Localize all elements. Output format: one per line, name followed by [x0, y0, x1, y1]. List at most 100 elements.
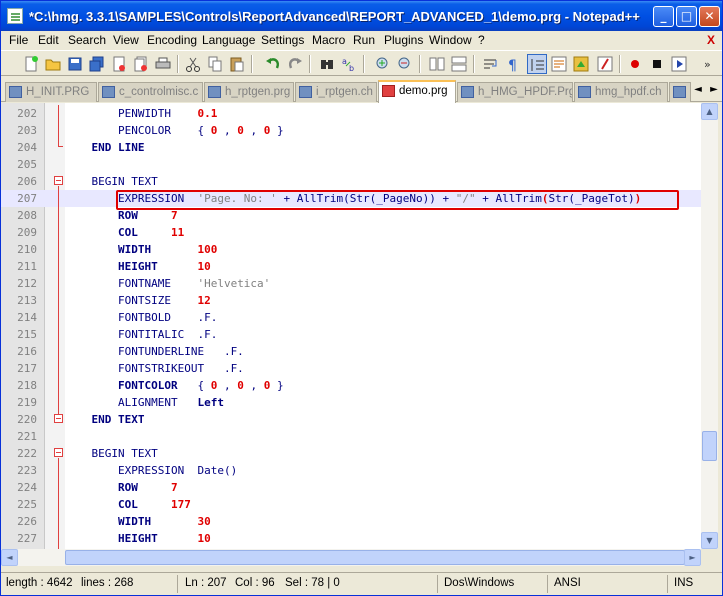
- menu-macro[interactable]: Macro: [312, 33, 345, 47]
- code-line[interactable]: 203 PENCOLOR { 0 , 0 , 0 }: [1, 122, 701, 139]
- print-icon[interactable]: [153, 54, 173, 74]
- line-number: 204: [17, 141, 37, 154]
- scroll-right-icon[interactable]: ►: [684, 549, 701, 566]
- scroll-up-icon[interactable]: ▲: [701, 103, 718, 120]
- sync-vertical-icon[interactable]: [427, 54, 447, 74]
- code-line[interactable]: 214 FONTBOLD .F.: [1, 309, 701, 326]
- code-editor[interactable]: 202 PENWIDTH 0.1 203 PENCOLOR { 0 , 0 , 0…: [1, 103, 701, 549]
- save-all-icon[interactable]: [87, 54, 107, 74]
- zoom-in-icon[interactable]: [373, 54, 393, 74]
- code-line[interactable]: 205: [1, 156, 701, 173]
- menu-file[interactable]: File: [9, 33, 28, 47]
- tab-demo-prg[interactable]: demo.prg: [378, 80, 456, 103]
- code-line[interactable]: 212 FONTNAME 'Helvetica': [1, 275, 701, 292]
- menu-search[interactable]: Search: [68, 33, 106, 47]
- notepad-app-icon[interactable]: [7, 8, 23, 24]
- status-divider: [547, 575, 548, 593]
- close-document-x[interactable]: X: [707, 33, 715, 47]
- tab-overflow[interactable]: [669, 82, 691, 102]
- code-line[interactable]: 213 FONTSIZE 12: [1, 292, 701, 309]
- open-folder-icon[interactable]: [43, 54, 63, 74]
- copy-icon[interactable]: [205, 54, 225, 74]
- close-file-icon[interactable]: [109, 54, 129, 74]
- fold-collapse-icon[interactable]: [54, 176, 63, 185]
- maximize-button[interactable]: □: [676, 6, 697, 27]
- code-line[interactable]: 206 BEGIN TEXT: [1, 173, 701, 190]
- fold-guide: [58, 105, 59, 147]
- menu-edit[interactable]: Edit: [38, 33, 59, 47]
- menu-window[interactable]: Window: [429, 33, 472, 47]
- replace-icon[interactable]: ab: [339, 54, 359, 74]
- code-token: HEIGHT: [65, 260, 198, 273]
- code-line[interactable]: 217 FONTSTRIKEOUT .F.: [1, 360, 701, 377]
- tab-i-rptgen-ch[interactable]: i_rptgen.ch: [295, 82, 377, 102]
- word-wrap-icon[interactable]: [481, 54, 501, 74]
- fold-collapse-icon[interactable]: [54, 448, 63, 457]
- line-code: ROW 7: [65, 479, 178, 496]
- line-number: 206: [17, 175, 37, 188]
- save-icon[interactable]: [65, 54, 85, 74]
- menu-settings[interactable]: Settings: [261, 33, 304, 47]
- menu-encoding[interactable]: Encoding: [147, 33, 197, 47]
- code-line[interactable]: 224 ROW 7: [1, 479, 701, 496]
- tab-h-hmg-hpdf-prg[interactable]: h_HMG_HPDF.Prg: [457, 82, 573, 102]
- code-line[interactable]: 216 FONTUNDERLINE .F.: [1, 343, 701, 360]
- paste-icon[interactable]: [227, 54, 247, 74]
- horizontal-scroll-thumb[interactable]: [65, 550, 685, 565]
- macro-play-icon[interactable]: [669, 54, 689, 74]
- doc-map-icon[interactable]: [571, 54, 591, 74]
- horizontal-scrollbar[interactable]: ◄ ►: [1, 549, 701, 566]
- code-line[interactable]: 225 COL 177: [1, 496, 701, 513]
- line-code: COL 177: [65, 496, 191, 513]
- scroll-down-icon[interactable]: ▼: [701, 532, 718, 549]
- code-line[interactable]: 227 HEIGHT 10: [1, 530, 701, 547]
- code-line[interactable]: 220 END TEXT: [1, 411, 701, 428]
- tab-h-init-prg[interactable]: H_INIT.PRG: [5, 82, 97, 102]
- macro-record-icon[interactable]: [625, 54, 645, 74]
- sync-horizontal-icon[interactable]: [449, 54, 469, 74]
- cut-icon[interactable]: [183, 54, 203, 74]
- code-line[interactable]: 211 HEIGHT 10: [1, 258, 701, 275]
- code-line[interactable]: 202 PENWIDTH 0.1: [1, 105, 701, 122]
- tab-scroll-left-icon[interactable]: ◄: [691, 83, 705, 97]
- title-bar[interactable]: *C:\hmg. 3.3.1\SAMPLES\Controls\ReportAd…: [1, 1, 722, 31]
- tab-scroll-right-icon[interactable]: ►: [707, 83, 721, 97]
- code-line[interactable]: 226 WIDTH 30: [1, 513, 701, 530]
- code-line[interactable]: 204 END LINE: [1, 139, 701, 156]
- new-file-icon[interactable]: [21, 54, 41, 74]
- menu-plugins[interactable]: Plugins: [384, 33, 423, 47]
- tab-c-controlmisc[interactable]: c_controlmisc.c: [98, 82, 203, 102]
- undo-icon[interactable]: [263, 54, 283, 74]
- minimize-button[interactable]: _: [653, 6, 674, 27]
- find-icon[interactable]: [317, 54, 337, 74]
- show-all-chars-icon[interactable]: ¶: [503, 54, 523, 74]
- menu-help[interactable]: ?: [478, 33, 485, 47]
- macro-stop-icon[interactable]: [647, 54, 667, 74]
- code-line[interactable]: 209 COL 11: [1, 224, 701, 241]
- code-line[interactable]: 210 WIDTH 100: [1, 241, 701, 258]
- code-line[interactable]: 218 FONTCOLOR { 0 , 0 , 0 }: [1, 377, 701, 394]
- tab-hmg-hpdf-ch[interactable]: hmg_hpdf.ch: [574, 82, 668, 102]
- vertical-scrollbar[interactable]: ▲ ▼: [701, 103, 718, 549]
- tab-h-rptgen-prg[interactable]: h_rptgen.prg: [204, 82, 294, 102]
- close-all-icon[interactable]: [131, 54, 151, 74]
- redo-icon[interactable]: [285, 54, 305, 74]
- vertical-scroll-thumb[interactable]: [702, 431, 717, 461]
- line-code: FONTNAME 'Helvetica': [65, 275, 270, 292]
- menu-view[interactable]: View: [113, 33, 139, 47]
- code-line[interactable]: 221: [1, 428, 701, 445]
- zoom-out-icon[interactable]: [395, 54, 415, 74]
- close-button[interactable]: ✕: [699, 6, 720, 27]
- code-line[interactable]: 215 FONTITALIC .F.: [1, 326, 701, 343]
- code-line[interactable]: 219 ALIGNMENT Left: [1, 394, 701, 411]
- function-list-icon[interactable]: [595, 54, 615, 74]
- code-line[interactable]: 223 EXPRESSION Date(): [1, 462, 701, 479]
- menu-run[interactable]: Run: [353, 33, 375, 47]
- toolbar-overflow-icon[interactable]: »: [699, 54, 719, 74]
- menu-language[interactable]: Language: [202, 33, 255, 47]
- user-define-icon[interactable]: [549, 54, 569, 74]
- code-line[interactable]: 222 BEGIN TEXT: [1, 445, 701, 462]
- scroll-left-icon[interactable]: ◄: [1, 549, 18, 566]
- line-number: 202: [17, 107, 37, 120]
- indent-guide-icon[interactable]: [527, 54, 547, 74]
